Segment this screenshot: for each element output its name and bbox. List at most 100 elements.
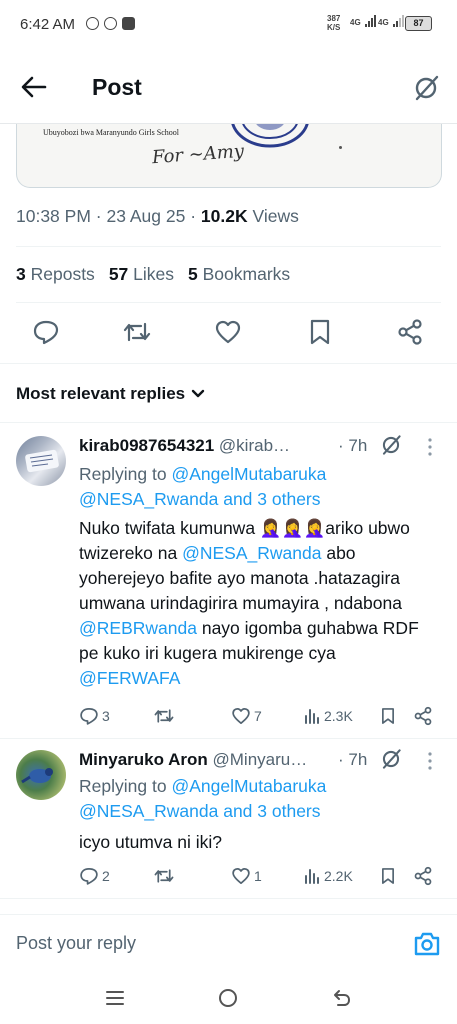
more-options-button[interactable] bbox=[428, 752, 432, 775]
share-button[interactable] bbox=[396, 318, 426, 348]
heart-icon bbox=[215, 320, 241, 344]
repost-button[interactable] bbox=[122, 318, 152, 348]
repost-icon bbox=[154, 709, 174, 723]
heart-icon bbox=[232, 708, 250, 724]
likes-link[interactable]: 57 Likes bbox=[109, 264, 174, 285]
system-back-button[interactable] bbox=[330, 986, 354, 1010]
mention-link[interactable]: @NESA_Rwanda bbox=[182, 543, 321, 563]
battery-indicator: 87 bbox=[405, 16, 432, 31]
avatar[interactable] bbox=[16, 750, 66, 800]
reply-repost-button[interactable] bbox=[153, 704, 178, 728]
avatar-image-icon bbox=[21, 768, 53, 784]
reply-time: · 7h bbox=[338, 436, 368, 455]
grok-button[interactable] bbox=[412, 74, 440, 102]
more-vertical-icon bbox=[428, 438, 432, 456]
network-speed: 387 K/S bbox=[327, 14, 341, 32]
youtube-icon bbox=[122, 17, 135, 30]
grok-icon bbox=[382, 435, 401, 455]
top-app-bar: Post bbox=[0, 50, 457, 124]
camera-button[interactable] bbox=[413, 931, 441, 957]
home-button[interactable] bbox=[216, 986, 240, 1010]
replying-to: Replying to @AngelMutabaruka @NESA_Rwand… bbox=[79, 776, 327, 821]
status-time: 6:42 AM bbox=[20, 16, 76, 33]
recent-apps-button[interactable] bbox=[103, 986, 127, 1010]
share-icon bbox=[398, 319, 422, 345]
post-image[interactable]: Ubuyobozi bwa Maranyundo Girls School Fo… bbox=[16, 124, 442, 188]
mention-link[interactable]: @NESA_Rwanda and 3 others bbox=[79, 801, 321, 821]
repost-icon bbox=[123, 322, 151, 342]
reply-item[interactable]: kirab0987654321 @kirab… · 7h Replying to… bbox=[0, 422, 457, 738]
replies-sort-dropdown[interactable]: Most relevant replies bbox=[16, 384, 205, 404]
reply-views-button[interactable]: 2.3K bbox=[303, 704, 353, 728]
reply-bookmark-button[interactable] bbox=[379, 864, 397, 888]
reply-display-name: Minyaruko Aron bbox=[79, 750, 208, 769]
reply-author[interactable]: kirab0987654321 @kirab… bbox=[79, 436, 290, 456]
whatsapp-icon bbox=[104, 17, 117, 30]
reply-like-button[interactable]: 1 bbox=[231, 864, 262, 888]
reply-reply-button[interactable]: 3 bbox=[79, 704, 110, 728]
reply-views-button[interactable]: 2.2K bbox=[303, 864, 353, 888]
page-title: Post bbox=[92, 74, 142, 100]
image-caption-text: Ubuyobozi bwa Maranyundo Girls School bbox=[43, 128, 179, 137]
bookmark-icon bbox=[382, 868, 394, 884]
avatar[interactable] bbox=[16, 436, 66, 486]
whatsapp-icon bbox=[86, 17, 99, 30]
bookmark-icon bbox=[382, 708, 394, 724]
signal-indicator-2: 4G bbox=[378, 15, 404, 27]
reply-button[interactable] bbox=[32, 318, 62, 348]
bookmarks-link[interactable]: 5 Bookmarks bbox=[188, 264, 290, 285]
reply-author[interactable]: Minyaruko Aron @Minyaru… bbox=[79, 750, 307, 770]
reply-item[interactable]: Minyaruko Aron @Minyaru… · 7h Replying t… bbox=[0, 738, 457, 898]
reply-handle: @Minyaru… bbox=[212, 750, 308, 769]
mention-link[interactable]: @FERWAFA bbox=[79, 668, 180, 688]
reply-action-bar: 3 7 2.3K bbox=[79, 704, 439, 728]
reply-icon bbox=[80, 708, 98, 725]
mention-link[interactable]: @REBRwanda bbox=[79, 618, 197, 638]
reply-repost-button[interactable] bbox=[153, 864, 178, 888]
bookmark-icon bbox=[310, 319, 330, 345]
reply-composer[interactable]: Post your reply bbox=[0, 914, 457, 972]
post-action-bar bbox=[0, 312, 457, 354]
notification-icons bbox=[86, 17, 135, 30]
back-return-icon bbox=[334, 990, 350, 1006]
grok-explain-button[interactable] bbox=[380, 748, 402, 770]
system-nav-bar bbox=[0, 972, 457, 1024]
divider bbox=[16, 246, 441, 247]
post-date: 23 Aug 25 bbox=[106, 206, 186, 226]
mention-link[interactable]: @AngelMutabaruka bbox=[171, 464, 326, 484]
reply-text: Nuko twifata kumunwa 🤦‍♀️🤦‍♀️🤦‍♀️ariko u… bbox=[79, 518, 419, 688]
heart-icon bbox=[232, 868, 250, 884]
views-count: 10.2K bbox=[200, 206, 248, 226]
image-speck bbox=[339, 146, 342, 149]
reply-like-button[interactable]: 7 bbox=[231, 704, 262, 728]
mention-link[interactable]: @AngelMutabaruka bbox=[171, 776, 326, 796]
like-button[interactable] bbox=[214, 318, 244, 348]
reply-handle: @kirab… bbox=[218, 436, 291, 455]
more-options-button[interactable] bbox=[428, 438, 432, 461]
grok-explain-button[interactable] bbox=[380, 434, 402, 456]
divider bbox=[0, 898, 457, 899]
reply-share-button[interactable] bbox=[413, 864, 433, 888]
reply-reply-button[interactable]: 2 bbox=[79, 864, 110, 888]
signal-bars-icon bbox=[364, 15, 376, 27]
reposts-link[interactable]: 3 Reposts bbox=[16, 264, 95, 285]
reply-bookmark-button[interactable] bbox=[379, 704, 397, 728]
repost-icon bbox=[154, 869, 174, 883]
views-label: Views bbox=[252, 206, 299, 226]
bookmark-button[interactable] bbox=[306, 318, 336, 348]
reply-share-button[interactable] bbox=[413, 704, 433, 728]
reply-action-bar: 2 1 2.2K bbox=[79, 864, 439, 888]
grok-icon bbox=[382, 749, 401, 769]
reply-text: icyo utumva ni iki? bbox=[79, 832, 222, 852]
reply-display-name: kirab0987654321 bbox=[79, 436, 215, 455]
camera-icon bbox=[414, 932, 440, 956]
reply-input-placeholder[interactable]: Post your reply bbox=[16, 933, 136, 954]
avatar-image-icon bbox=[25, 449, 59, 473]
reply-icon bbox=[80, 868, 98, 885]
back-button[interactable] bbox=[20, 74, 48, 100]
mention-link[interactable]: @NESA_Rwanda and 3 others bbox=[79, 489, 321, 509]
chevron-down-icon bbox=[191, 389, 205, 398]
divider bbox=[0, 363, 457, 364]
home-circle-icon bbox=[219, 989, 237, 1007]
share-icon bbox=[414, 866, 432, 886]
